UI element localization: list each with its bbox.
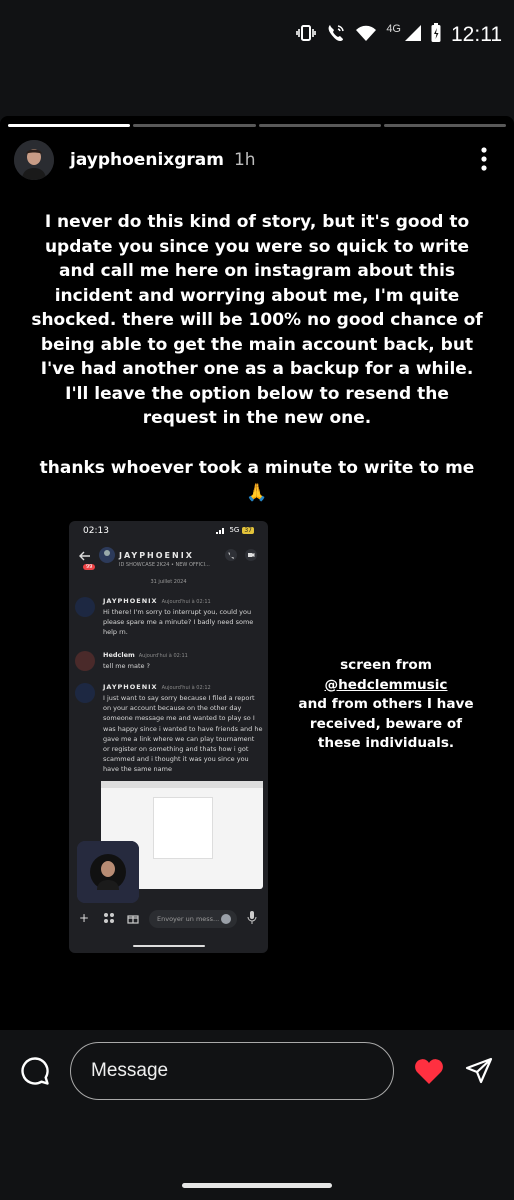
- progress-segment: [133, 124, 256, 127]
- picture-in-picture: [77, 841, 139, 903]
- message-avatar: [75, 683, 95, 703]
- caption-rest: and from others I have received, beware …: [298, 696, 474, 751]
- progress-segment: [258, 124, 381, 127]
- screenshot-chat-sub: ID SHOWCASE 2K24 • NEW OFFICI...: [119, 562, 210, 568]
- story-text-thanks: thanks whoever took a minute to write to…: [39, 458, 475, 503]
- signal-icon: [216, 527, 225, 534]
- message-body: tell me mate ?: [103, 662, 151, 670]
- wifi-call-icon: [326, 23, 346, 47]
- emoji-icon: [221, 914, 231, 924]
- video-icon: [245, 549, 257, 561]
- screenshot-message: Hedclem Aujourd'hui à 02:11 tell me mate …: [75, 651, 261, 679]
- plus-icon: +: [79, 911, 90, 925]
- message-author: Hedclem Aujourd'hui à 02:11: [103, 651, 188, 659]
- avatar-photo: [14, 140, 54, 180]
- mic-icon: [247, 911, 257, 924]
- message-avatar: [75, 597, 95, 617]
- back-arrow-icon: [79, 551, 90, 561]
- reply-bar: [0, 1030, 514, 1200]
- comment-icon[interactable]: [20, 1056, 50, 1090]
- network-type: 4G: [386, 23, 401, 35]
- apps-icon: [104, 913, 114, 923]
- battery-charging-icon: [431, 23, 441, 47]
- chat-avatar-icon: [99, 547, 115, 563]
- mention-link[interactable]: @hedclemmusic: [288, 676, 484, 696]
- screenshot-message: JAYPHOENIX Aujourd'hui à 02:11 Hi there! …: [75, 597, 261, 647]
- status-bar: 4G 12:11: [0, 0, 514, 72]
- screenshot-network: 5G: [229, 526, 240, 534]
- status-icons: 4G 12:11: [296, 20, 502, 50]
- message-author: JAYPHOENIX Aujourd'hui à 02:12: [103, 683, 211, 691]
- story-caption: screen from @hedclemmusic and from other…: [288, 656, 484, 754]
- more-options-icon[interactable]: [480, 146, 488, 172]
- pip-avatar: [77, 841, 139, 903]
- caption-line: screen from: [340, 657, 432, 673]
- send-icon[interactable]: [465, 1057, 493, 1089]
- attachment-document: [153, 797, 213, 859]
- vibrate-icon: [296, 24, 317, 46]
- progress-segment: [8, 124, 131, 127]
- screenshot-status-bar: 02:13 5G 37: [69, 521, 268, 543]
- story-age: 1h: [233, 150, 256, 170]
- story-header: jayphoenixgram 1h: [14, 140, 500, 180]
- attachment-topbar: [101, 781, 263, 788]
- avatar[interactable]: [14, 140, 54, 180]
- story-text: I never do this kind of story, but it's …: [31, 212, 483, 428]
- message-input[interactable]: [70, 1042, 394, 1100]
- screenshot-status-right: 5G 37: [216, 526, 254, 534]
- screenshot-battery: 37: [242, 526, 254, 534]
- heart-icon[interactable]: [414, 1057, 444, 1089]
- gift-icon: [127, 915, 139, 924]
- screenshot-date-divider: 31 juillet 2024: [150, 579, 187, 585]
- embedded-screenshot: 02:13 5G 37 JAYPHOENIX ID SHOWCASE 2K24 …: [69, 521, 268, 953]
- wifi-icon: [356, 25, 377, 45]
- screenshot-home-bar: [133, 945, 205, 947]
- story-progress: [8, 124, 506, 127]
- home-indicator: [182, 1183, 332, 1188]
- message-body: Hi there! I'm sorry to interrupt you, co…: [103, 608, 254, 637]
- story-viewer[interactable]: jayphoenixgram 1h I never do this kind o…: [0, 116, 514, 1030]
- phone-icon: [225, 549, 237, 561]
- signal-icon: [405, 25, 421, 45]
- unread-badge: 99: [83, 564, 96, 570]
- message-avatar: [75, 651, 95, 671]
- screenshot-time: 02:13: [83, 526, 109, 536]
- progress-segment: [383, 124, 506, 127]
- clock: 12:11: [451, 23, 502, 46]
- story-username[interactable]: jayphoenixgram: [70, 150, 224, 170]
- screenshot-chat-name: JAYPHOENIX: [119, 551, 194, 560]
- message-author: JAYPHOENIX Aujourd'hui à 02:11: [103, 597, 211, 605]
- message-body: I just want to say sorry because I filed…: [103, 694, 263, 774]
